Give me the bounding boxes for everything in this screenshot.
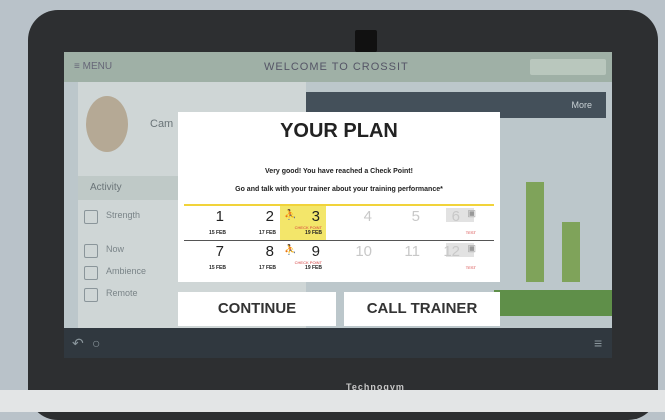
session-date: 15 FEB [209, 265, 226, 271]
session-cell[interactable]: 11 [380, 241, 426, 275]
session-cell[interactable]: 8 17 FEB [234, 241, 280, 275]
checkpoint-cell[interactable]: ⛹ 3 CHECK POINT 19 FEB [280, 206, 326, 240]
list-item-icon [84, 288, 98, 302]
app-title: WELCOME TO CROSSIT [264, 61, 409, 73]
trainer-message: Go and talk with your trainer about your… [235, 186, 443, 193]
plan-dialog: YOUR PLAN Very good! You have reached a … [178, 112, 500, 282]
session-number: 10 [355, 243, 372, 260]
test-cell[interactable]: 12 ▣ TEST [436, 241, 482, 275]
start-strip[interactable] [494, 290, 612, 316]
back-icon[interactable]: ↶ [72, 335, 84, 352]
list-item-label: Now [106, 244, 125, 254]
list-item-label: Strength [106, 210, 141, 220]
list-item-icon [84, 210, 98, 224]
activity-label: Activity [90, 182, 122, 193]
stats-bar [526, 182, 544, 282]
session-number: 8 [265, 243, 274, 260]
session-number: 1 [215, 208, 224, 225]
session-number: 4 [363, 208, 372, 225]
session-date: 19 FEB [305, 230, 322, 236]
session-number: 12 [443, 243, 460, 260]
menu-icon[interactable]: ≡ [594, 335, 602, 351]
bottom-nav [64, 328, 612, 358]
list-item-label: Ambience [106, 266, 147, 276]
checkpoint-cell[interactable]: ⛹ 9 CHECK POINT 19 FEB [280, 241, 326, 275]
session-date: 15 FEB [209, 230, 226, 236]
device-base [0, 390, 665, 412]
session-date: 17 FEB [259, 265, 276, 271]
session-number: 6 [451, 208, 460, 225]
session-cell[interactable]: 5 [380, 206, 426, 240]
session-cell[interactable]: 2 17 FEB [234, 206, 280, 240]
home-icon[interactable]: ○ [92, 335, 100, 351]
session-cell[interactable]: 1 15 FEB [184, 206, 230, 240]
stats-bar [562, 222, 580, 282]
continue-button[interactable]: CONTINUE [178, 292, 336, 326]
session-date: 17 FEB [259, 230, 276, 236]
plan-row-2: 7 15 FEB 8 17 FEB ⛹ 9 CHECK POINT 19 FEB… [184, 240, 494, 275]
session-number: 5 [411, 208, 420, 225]
test-icon: ▣ [467, 208, 476, 218]
session-number: 9 [311, 243, 320, 260]
dialog-title: YOUR PLAN [280, 120, 398, 142]
test-label: TEST [465, 230, 476, 235]
call-trainer-button[interactable]: CALL TRAINER [344, 292, 500, 326]
more-button[interactable]: More [571, 100, 592, 110]
checkpoint-message: Very good! You have reached a Check Poin… [265, 168, 413, 175]
avatar [86, 96, 128, 152]
test-cell[interactable]: 6 ▣ TEST [436, 206, 482, 240]
session-cell[interactable]: 10 [332, 241, 378, 275]
list-item-label: Remote [106, 288, 138, 298]
runner-icon: ⛹ [284, 210, 297, 221]
test-label: TEST [465, 265, 476, 270]
session-cell[interactable]: 4 [332, 206, 378, 240]
session-date: 19 FEB [305, 265, 322, 271]
search-box[interactable] [530, 59, 606, 75]
session-cell[interactable]: 7 15 FEB [184, 241, 230, 275]
plan-row-1: 1 15 FEB 2 17 FEB ⛹ 3 CHECK POINT 19 FEB… [184, 204, 494, 240]
menu-button[interactable]: ≡ MENU [74, 61, 112, 72]
session-number: 2 [265, 208, 274, 225]
list-item-icon [84, 244, 98, 258]
runner-icon: ⛹ [284, 245, 297, 256]
session-number: 3 [311, 208, 320, 225]
user-name: Cam [150, 118, 174, 130]
session-number: 7 [215, 243, 224, 260]
test-icon: ▣ [467, 243, 476, 253]
camera [355, 30, 377, 52]
session-number: 11 [404, 243, 420, 260]
list-item-icon [84, 266, 98, 280]
